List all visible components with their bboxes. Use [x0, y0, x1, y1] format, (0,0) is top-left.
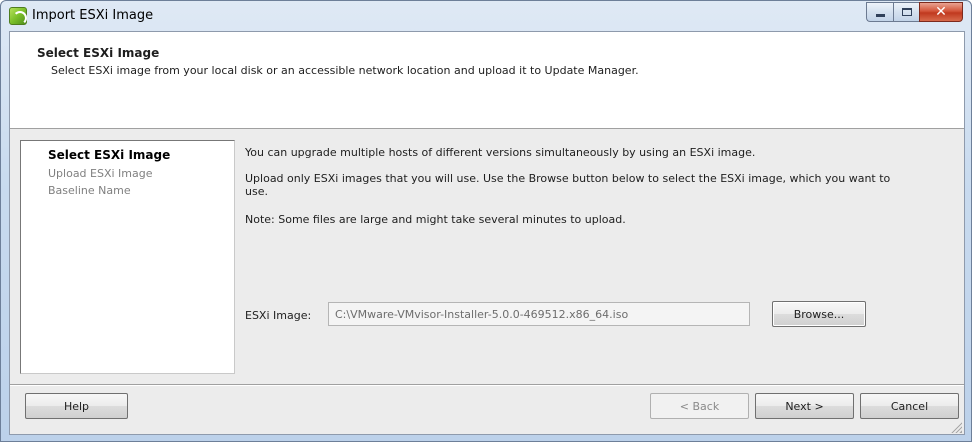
step-baseline-name: Baseline Name — [48, 184, 131, 197]
import-image-icon — [9, 7, 27, 25]
back-button[interactable]: < Back — [650, 393, 749, 419]
wizard-content: You can upgrade multiple hosts of differ… — [245, 140, 960, 374]
dialog-client-area: Select ESXi Image Select ESXi image from… — [9, 31, 965, 435]
minimize-icon — [875, 13, 885, 17]
wizard-steps-panel: Select ESXi Image Upload ESXi Image Base… — [20, 140, 235, 374]
wizard-body: Select ESXi Image Upload ESXi Image Base… — [10, 130, 964, 385]
maximize-button[interactable] — [893, 2, 919, 22]
help-button[interactable]: Help — [25, 393, 128, 419]
page-title: Select ESXi Image — [37, 46, 160, 60]
window-controls: ✕ — [866, 2, 963, 22]
close-icon: ✕ — [935, 4, 947, 20]
wizard-header: Select ESXi Image Select ESXi image from… — [10, 32, 964, 129]
esxi-image-row: ESXi Image: Browse... — [245, 300, 960, 330]
page-subtitle: Select ESXi image from your local disk o… — [51, 64, 639, 77]
info-text-note: Note: Some files are large and might tak… — [245, 213, 626, 226]
title-bar[interactable]: Import ESXi Image ✕ — [1, 1, 971, 31]
browse-button[interactable]: Browse... — [772, 301, 866, 327]
dialog-window: Import ESXi Image ✕ Select ESXi Image Se… — [0, 0, 972, 442]
info-text-upgrade: You can upgrade multiple hosts of differ… — [245, 146, 756, 159]
window-title: Import ESXi Image — [32, 8, 154, 23]
wizard-footer: Help < Back Next > Cancel — [10, 386, 964, 435]
esxi-image-path-field[interactable] — [328, 302, 750, 326]
next-button[interactable]: Next > — [755, 393, 854, 419]
esxi-image-label: ESXi Image: — [245, 309, 312, 322]
step-upload-esxi-image: Upload ESXi Image — [48, 167, 153, 180]
info-text-upload-line1: Upload only ESXi images that you will us… — [245, 172, 891, 185]
cancel-button[interactable]: Cancel — [860, 393, 959, 419]
close-button[interactable]: ✕ — [919, 2, 963, 22]
step-select-esxi-image: Select ESXi Image — [48, 148, 171, 162]
info-text-upload-line2: use. — [245, 185, 268, 198]
maximize-icon — [901, 8, 912, 16]
minimize-button[interactable] — [866, 2, 893, 22]
resize-grip-icon[interactable] — [950, 421, 962, 433]
